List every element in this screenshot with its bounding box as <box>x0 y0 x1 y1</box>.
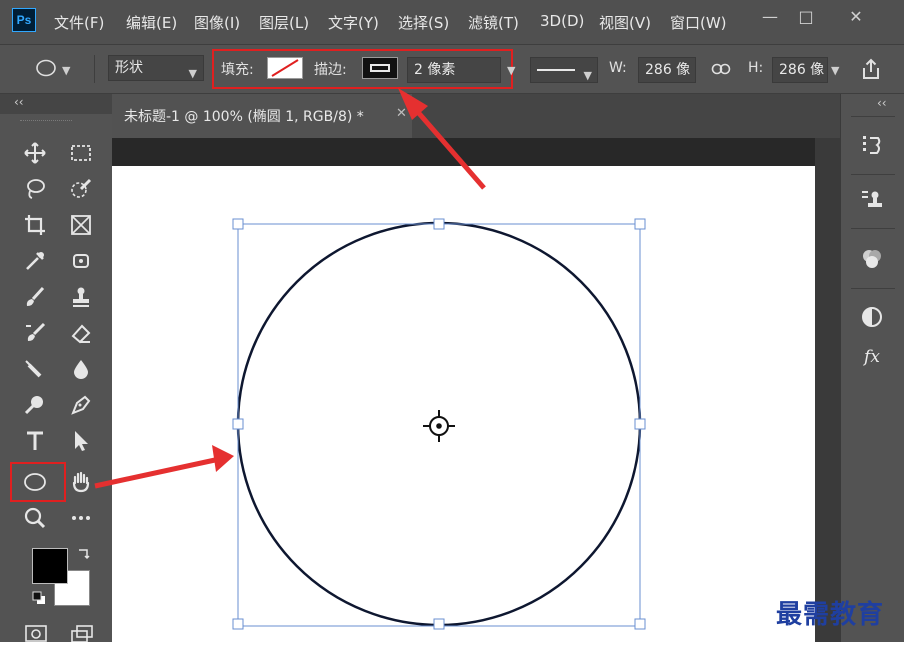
annotation-arrow-top <box>398 88 486 190</box>
canvas-overlay <box>94 88 646 630</box>
divider <box>851 174 895 175</box>
center-point-icon <box>423 410 455 442</box>
right-panel-dock: ‹‹ fx <box>840 94 904 642</box>
styles-icon[interactable]: fx <box>855 340 889 374</box>
history-icon[interactable] <box>855 128 889 162</box>
divider <box>851 116 895 117</box>
divider <box>851 228 895 229</box>
collapse-icon[interactable]: ‹‹ <box>877 96 887 110</box>
layers-icon[interactable] <box>855 182 889 216</box>
channels-icon[interactable] <box>855 242 889 276</box>
divider <box>851 288 895 289</box>
watermark: 最需教育 <box>776 600 885 630</box>
annotation-arrow-left <box>94 445 234 489</box>
adjustments-icon[interactable] <box>855 300 889 334</box>
